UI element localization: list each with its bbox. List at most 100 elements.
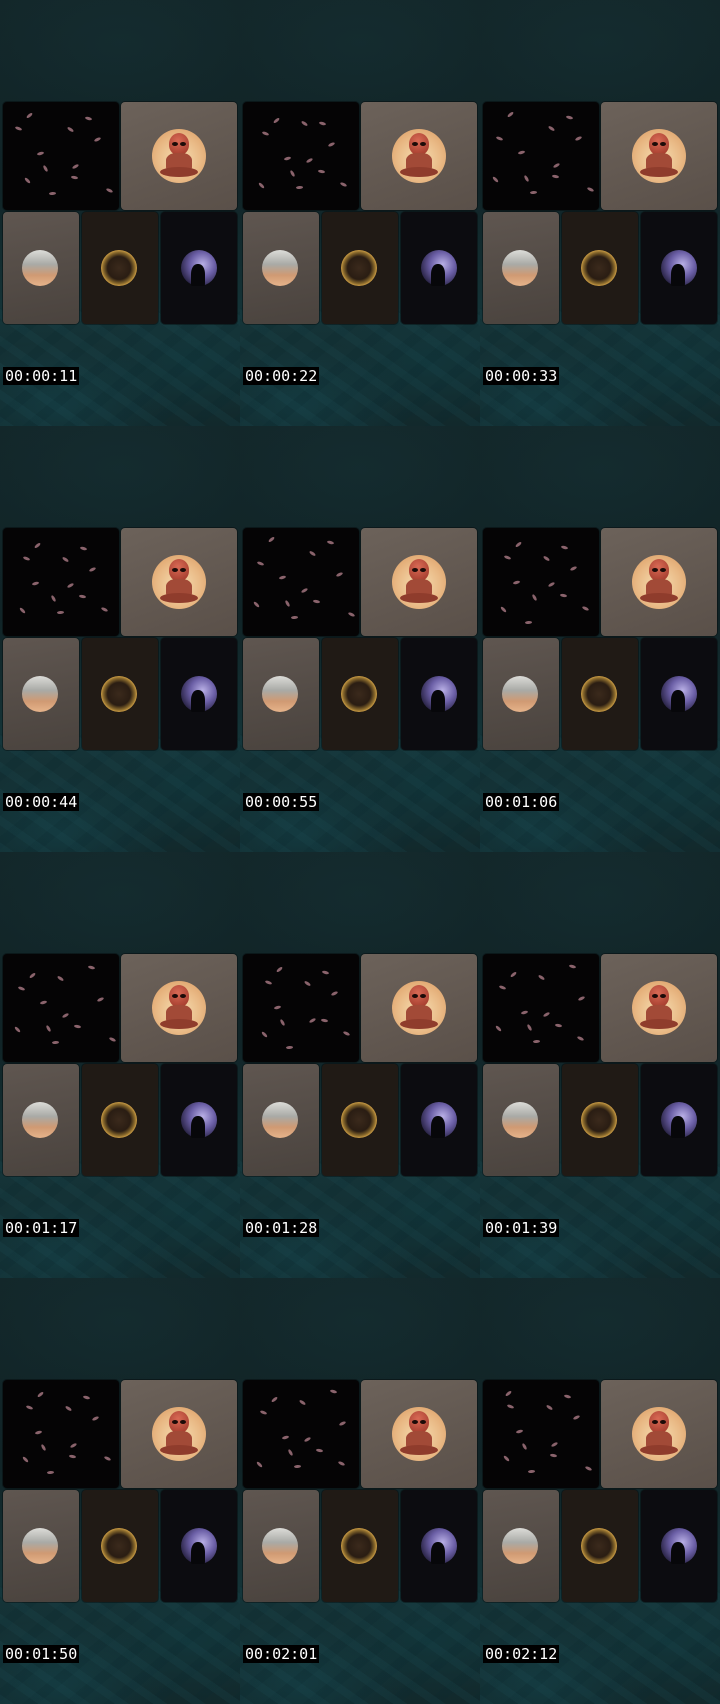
frame-collage — [243, 954, 477, 1176]
frame-cell: 00:00:44 — [0, 426, 240, 852]
frame-collage — [3, 102, 237, 324]
petal — [25, 1404, 34, 1411]
petal — [71, 163, 80, 170]
night-tile — [401, 638, 477, 750]
moon-tile — [3, 212, 79, 324]
petal — [105, 187, 114, 194]
frame-cell: 00:01:39 — [480, 852, 720, 1278]
petals-tile — [3, 954, 119, 1062]
frame-cell: 00:02:12 — [480, 1278, 720, 1704]
petal — [551, 174, 560, 179]
petal — [335, 571, 344, 578]
petal — [547, 581, 556, 588]
moon-image — [502, 676, 538, 712]
portrait-tile — [82, 638, 158, 750]
petal — [498, 984, 507, 991]
petal — [529, 190, 538, 195]
portrait-image — [581, 250, 617, 286]
moon-image — [262, 250, 298, 286]
petal — [531, 593, 538, 602]
petal — [93, 136, 102, 143]
portrait-tile — [562, 1490, 638, 1602]
moon-tile — [243, 1490, 319, 1602]
alien-meditating-image — [392, 1407, 446, 1461]
petal — [495, 135, 504, 142]
petal — [68, 1454, 77, 1459]
petals-tile — [243, 102, 359, 210]
moon-image — [22, 1528, 58, 1564]
petal — [308, 550, 317, 557]
portrait-tile — [562, 1064, 638, 1176]
alien-tile — [121, 954, 237, 1062]
portrait-tile — [322, 1490, 398, 1602]
night-tile — [401, 1064, 477, 1176]
alien-meditating-image — [632, 129, 686, 183]
frame-cell: 00:00:33 — [480, 0, 720, 426]
petal — [300, 587, 309, 594]
moon-image — [502, 1102, 538, 1138]
petal — [502, 1454, 511, 1463]
petal — [17, 985, 26, 992]
petals-tile — [3, 528, 119, 636]
petal — [506, 1403, 515, 1410]
petal — [289, 169, 296, 178]
petal — [342, 1030, 351, 1037]
alien-meditating-image — [392, 981, 446, 1035]
petal — [554, 1023, 563, 1028]
petal — [91, 1415, 100, 1422]
petal — [285, 1045, 294, 1050]
portrait-tile — [322, 212, 398, 324]
frame-collage — [483, 102, 717, 324]
petal — [315, 1448, 324, 1453]
petal — [565, 115, 574, 120]
frame-timestamp: 00:01:06 — [483, 793, 560, 811]
petal — [36, 151, 45, 156]
petal — [326, 540, 335, 545]
moon-tile — [483, 1064, 559, 1176]
alien-meditating-image — [152, 981, 206, 1035]
petal — [82, 1395, 91, 1400]
frame-collage — [3, 1380, 237, 1602]
petal — [21, 1455, 30, 1464]
moon-tile — [483, 638, 559, 750]
petal — [66, 126, 75, 133]
petals-tile — [3, 1380, 119, 1488]
petal — [256, 560, 265, 567]
petal — [581, 605, 590, 612]
alien-tile — [601, 528, 717, 636]
petal — [320, 1018, 329, 1023]
portrait-image — [341, 250, 377, 286]
petal — [255, 1460, 264, 1469]
petal — [559, 593, 568, 598]
petal — [18, 606, 27, 615]
petal — [100, 606, 109, 613]
petal — [70, 175, 79, 180]
petals-tile — [483, 102, 599, 210]
petal — [586, 186, 595, 193]
portrait-image — [341, 676, 377, 712]
frame-collage — [3, 954, 237, 1176]
petal — [56, 610, 65, 615]
petal — [527, 1469, 536, 1474]
portrait-image — [581, 1528, 617, 1564]
portrait-image — [581, 1102, 617, 1138]
petal — [25, 112, 34, 119]
petal — [494, 1024, 503, 1033]
night-tile — [641, 1064, 717, 1176]
petal — [46, 1470, 55, 1475]
portrait-image — [101, 250, 137, 286]
alien-tile — [361, 1380, 477, 1488]
petal — [284, 599, 291, 608]
petal — [275, 966, 284, 973]
petal — [568, 964, 577, 969]
night-tile — [641, 212, 717, 324]
petal — [88, 566, 97, 573]
petal — [14, 125, 23, 132]
petal — [547, 125, 556, 132]
petal — [45, 1024, 52, 1033]
petal — [574, 135, 583, 142]
petal — [31, 581, 40, 586]
frame-cell: 00:02:01 — [240, 1278, 480, 1704]
petals-tile — [483, 954, 599, 1062]
portrait-image — [581, 676, 617, 712]
